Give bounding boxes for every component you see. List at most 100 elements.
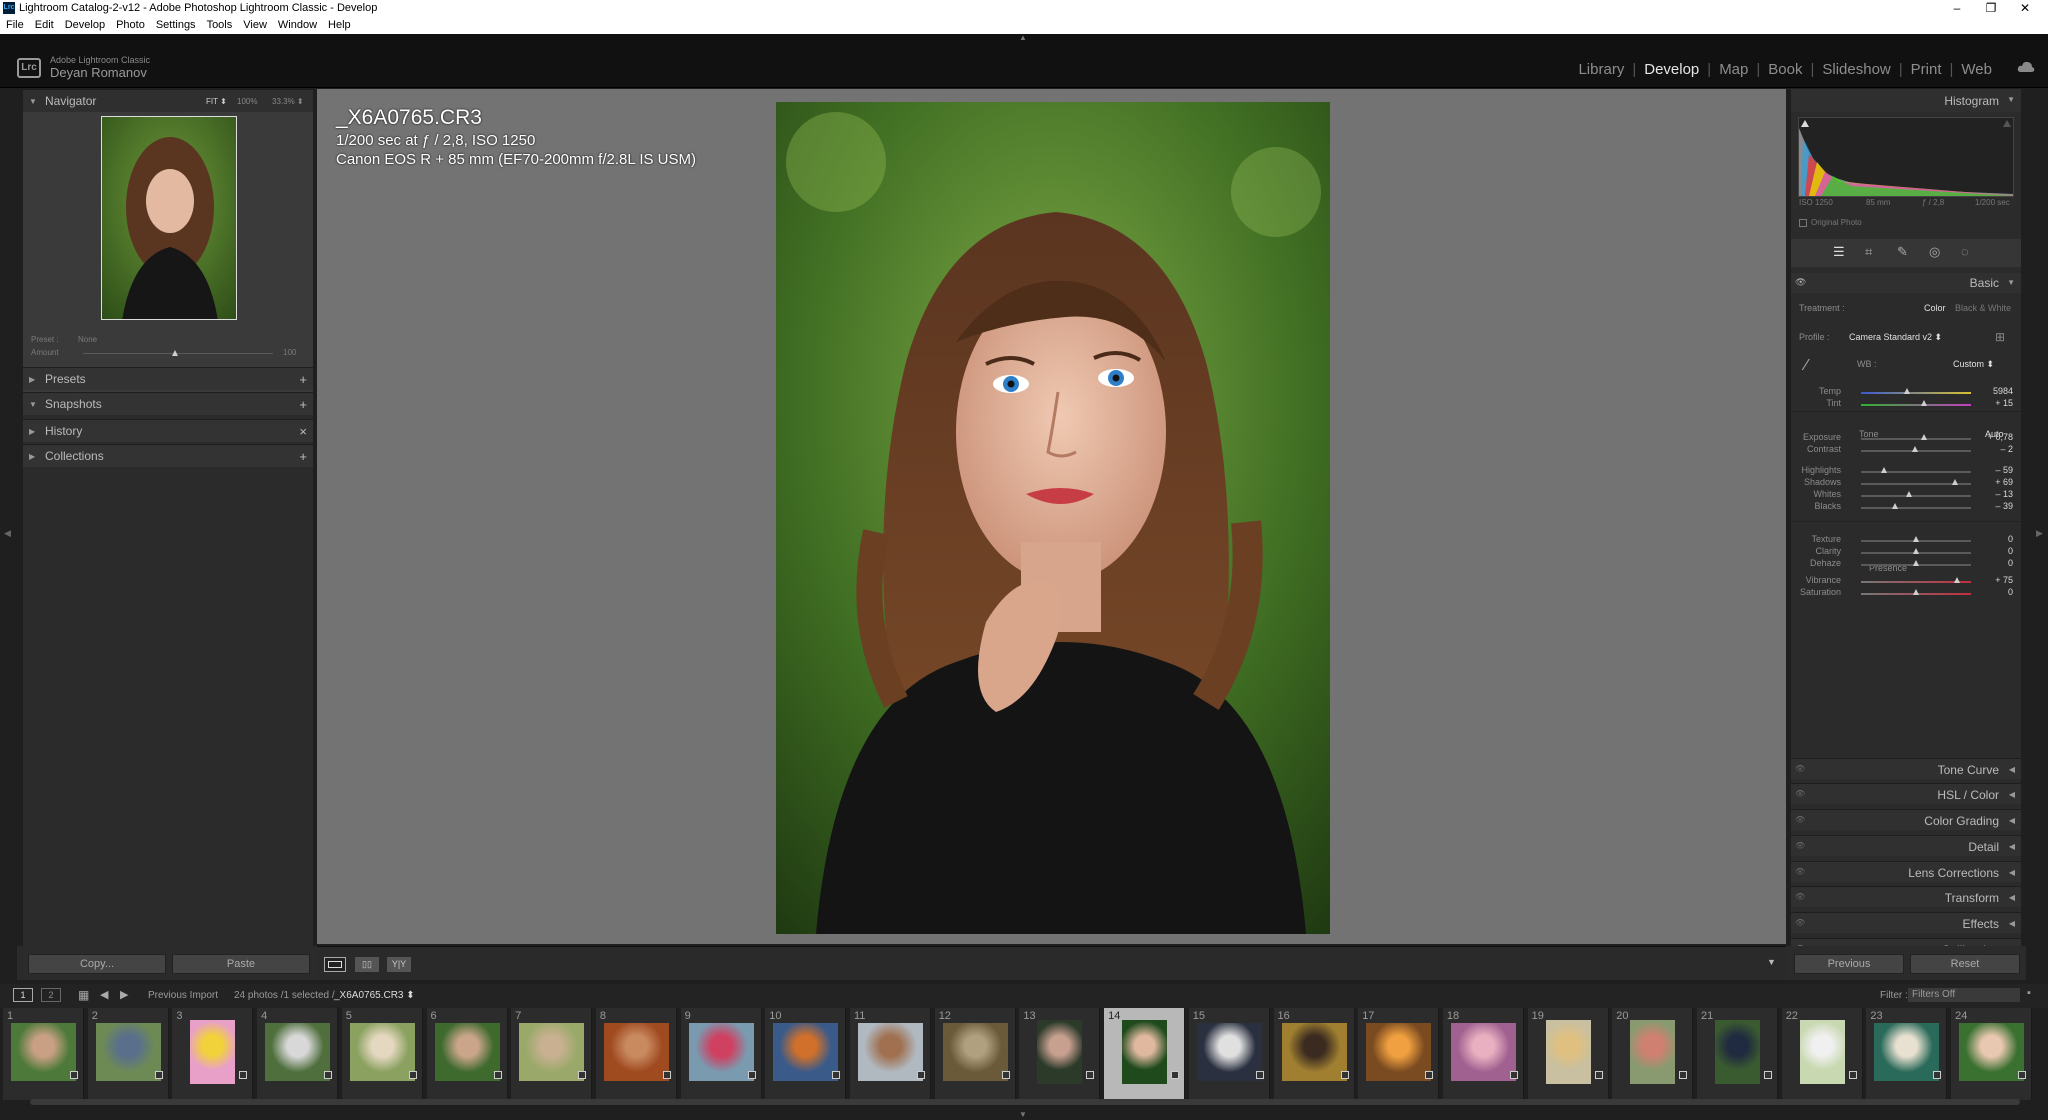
slider-thumb-tint[interactable] — [1920, 400, 1927, 406]
add-collection-button[interactable]: + — [299, 445, 307, 468]
slider-track-blacks[interactable] — [1861, 507, 1971, 509]
filmstrip-cell[interactable]: 18 — [1442, 1008, 1524, 1100]
menu-view[interactable]: View — [237, 17, 272, 34]
filmstrip-thumbnail[interactable] — [265, 1023, 331, 1081]
eye-icon[interactable]: 👁 — [1795, 918, 1805, 927]
section-color-grading[interactable]: 👁 Color Grading ◀ — [1791, 809, 2021, 830]
before-after-icon[interactable]: ▯▯ — [355, 957, 379, 972]
filmstrip-thumbnail[interactable] — [1799, 1020, 1845, 1084]
cloud-icon[interactable] — [2017, 60, 2035, 74]
filmstrip-thumbnail[interactable] — [1545, 1020, 1591, 1084]
slider-thumb-blacks[interactable] — [1892, 503, 1899, 509]
section-tone-curve[interactable]: 👁 Tone Curve ◀ — [1791, 758, 2021, 779]
filmstrip-cell[interactable]: 20 — [1612, 1008, 1694, 1100]
filmstrip-cell[interactable]: 17 — [1358, 1008, 1440, 1100]
previous-button[interactable]: Previous — [1794, 954, 1904, 974]
slider-value-contrast[interactable]: – 2 — [1983, 444, 2013, 454]
filmstrip-cell[interactable]: 8 — [595, 1008, 677, 1100]
module-book[interactable]: Book — [1768, 61, 1802, 78]
filmstrip-thumbnail[interactable] — [190, 1020, 236, 1084]
module-print[interactable]: Print — [1911, 61, 1942, 78]
menu-edit[interactable]: Edit — [29, 17, 59, 34]
slider-value-saturation[interactable]: 0 — [1983, 587, 2013, 597]
filmstrip-cell[interactable]: 4 — [257, 1008, 339, 1100]
filmstrip-thumbnail[interactable] — [603, 1023, 669, 1081]
filmstrip-cell[interactable]: 24 — [1951, 1008, 2033, 1100]
slider-value-dehaze[interactable]: 0 — [1983, 558, 2013, 568]
menu-develop[interactable]: Develop — [59, 17, 110, 34]
filmstrip-cell[interactable]: 22 — [1781, 1008, 1863, 1100]
module-web[interactable]: Web — [1961, 61, 1992, 78]
clear-history-button[interactable]: × — [299, 420, 307, 443]
slider-value-clarity[interactable]: 0 — [1983, 546, 2013, 556]
filmstrip-thumbnail[interactable] — [1715, 1020, 1760, 1084]
yy-compare-icon[interactable]: Y|Y — [387, 957, 411, 972]
back-arrow-icon[interactable]: ◀ — [100, 988, 108, 1001]
section-effects[interactable]: 👁 Effects ◀ — [1791, 912, 2021, 933]
eye-icon[interactable]: 👁 — [1795, 892, 1805, 901]
original-photo-checkbox[interactable] — [1799, 219, 1807, 227]
slider-value-vibrance[interactable]: + 75 — [1983, 575, 2013, 585]
eye-icon[interactable]: 👁 — [1795, 867, 1805, 876]
treatment-bw-button[interactable]: Black & White — [1955, 303, 2011, 313]
filmstrip-thumbnail[interactable] — [11, 1023, 76, 1081]
section-lens-corrections[interactable]: 👁 Lens Corrections ◀ — [1791, 861, 2021, 882]
filmstrip-cell[interactable]: 12 — [934, 1008, 1016, 1100]
collections-header[interactable]: ▶ Collections + — [23, 444, 313, 467]
copy-button[interactable]: Copy... — [28, 954, 166, 974]
grid-view-icon[interactable]: ▦ — [78, 988, 89, 1002]
filmstrip-thumbnail[interactable] — [1196, 1023, 1262, 1081]
slider-track-tint[interactable] — [1861, 404, 1971, 406]
slider-thumb-saturation[interactable] — [1913, 589, 1919, 595]
main-photo[interactable] — [776, 102, 1330, 934]
filmstrip-scrollbar[interactable] — [30, 1099, 2020, 1105]
slider-track-whites[interactable] — [1861, 495, 1971, 497]
slider-value-temp[interactable]: 5984 — [1983, 386, 2013, 396]
slider-thumb-temp[interactable] — [1904, 388, 1911, 394]
filmstrip-cell[interactable]: 13 — [1019, 1008, 1101, 1100]
navigator-header[interactable]: ▼ Navigator FIT ⬍ 100% 33.3% ⬍ — [23, 89, 313, 112]
toolbar-menu-icon[interactable]: ▼ — [1767, 957, 1776, 967]
menu-tools[interactable]: Tools — [201, 17, 238, 34]
filmstrip-thumbnail[interactable] — [1874, 1023, 1940, 1081]
amount-slider-thumb[interactable] — [172, 350, 178, 356]
highlight-clipping-icon[interactable] — [2003, 120, 2011, 127]
filmstrip-cell[interactable]: 9 — [680, 1008, 762, 1100]
slider-track-exposure[interactable] — [1861, 438, 1971, 440]
slider-thumb-contrast[interactable] — [1911, 446, 1918, 452]
module-slideshow[interactable]: Slideshow — [1822, 61, 1890, 78]
menu-window[interactable]: Window — [272, 17, 322, 34]
left-panel-toggle-icon[interactable]: ◀ — [4, 528, 11, 539]
filmstrip-cell[interactable]: 2 — [87, 1008, 169, 1100]
slider-value-whites[interactable]: – 13 — [1983, 489, 2013, 499]
loupe-view-icon[interactable] — [324, 957, 346, 972]
eye-icon[interactable]: 👁 — [1795, 789, 1805, 798]
menu-help[interactable]: Help — [322, 17, 356, 34]
add-snapshot-button[interactable]: + — [299, 393, 307, 416]
slider-value-shadows[interactable]: + 69 — [1983, 477, 2013, 487]
edit-sliders-icon[interactable]: ☰ — [1833, 244, 1845, 260]
filter-lock-icon[interactable]: ▪ — [2027, 987, 2031, 999]
crop-icon[interactable]: ⌗ — [1865, 244, 1872, 260]
close-button[interactable]: ✕ — [2002, 0, 2048, 17]
masking-icon[interactable]: ◌ — [1961, 244, 1969, 259]
filmstrip-cell[interactable]: 7 — [511, 1008, 593, 1100]
healing-icon[interactable]: ✎ — [1897, 244, 1908, 260]
filmstrip-cell[interactable]: 16 — [1273, 1008, 1355, 1100]
filmstrip-cell[interactable]: 19 — [1527, 1008, 1609, 1100]
eye-icon[interactable]: 👁 — [1795, 277, 1806, 288]
slider-value-exposure[interactable]: + 0,78 — [1983, 432, 2013, 442]
filmstrip-thumbnail[interactable] — [1122, 1020, 1168, 1084]
slider-thumb-highlights[interactable] — [1881, 467, 1888, 473]
filmstrip-thumbnail[interactable] — [858, 1023, 923, 1081]
slider-thumb-dehaze[interactable] — [1913, 560, 1919, 566]
filmstrip-thumbnail[interactable] — [942, 1023, 1008, 1081]
basic-header[interactable]: 👁 Basic ▼ — [1791, 273, 2021, 293]
reset-button[interactable]: Reset — [1910, 954, 2020, 974]
module-map[interactable]: Map — [1719, 61, 1748, 78]
filmstrip-cell[interactable]: 3 — [172, 1008, 254, 1100]
amount-slider[interactable] — [83, 353, 273, 354]
slider-value-highlights[interactable]: – 59 — [1983, 465, 2013, 475]
forward-arrow-icon[interactable]: ▶ — [120, 988, 128, 1001]
filmstrip-cell[interactable]: 15 — [1188, 1008, 1270, 1100]
